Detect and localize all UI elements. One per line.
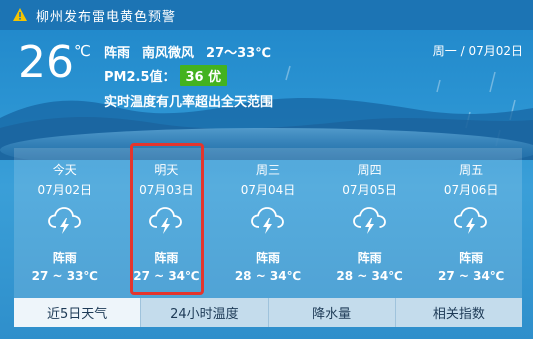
alert-text: 柳州发布雷电黄色预警 — [36, 9, 177, 25]
temperature-unit: ℃ — [74, 42, 91, 60]
tab-24h-temperature[interactable]: 24小时温度 — [140, 298, 268, 327]
day-condition: 阵雨 — [357, 251, 382, 265]
day-condition: 阵雨 — [459, 251, 484, 265]
day-range: 28 ~ 34℃ — [336, 269, 403, 283]
warning-icon — [13, 8, 27, 21]
current-conditions: 阵雨 南风微风 27～33℃ — [104, 42, 271, 61]
tab-5day-weather[interactable]: 近5日天气 — [14, 298, 141, 327]
day-name: 周五 — [459, 163, 484, 177]
forecast-panel: 今天 07月02日 阵雨 27 ~ 33℃ 明天 07月03日 阵雨 27 ~ … — [14, 148, 522, 298]
day-name: 今天 — [52, 163, 77, 177]
current-date: 周一 / 07月02日 — [432, 44, 523, 58]
temperature-note: 实时温度有几率超出全天范围 — [104, 95, 274, 110]
current-range: 27～33℃ — [206, 46, 271, 61]
current-condition: 阵雨 — [104, 46, 131, 61]
forecast-day[interactable]: 周三 07月04日 阵雨 28 ~ 34℃ — [217, 148, 319, 298]
tab-precipitation[interactable]: 降水量 — [267, 298, 395, 327]
pm25-row: PM2.5值： 36 优 — [104, 65, 228, 86]
day-range: 28 ~ 34℃ — [234, 269, 302, 283]
day-date: 07月05日 — [342, 183, 397, 197]
thunderstorm-icon — [251, 207, 284, 234]
current-wind: 南风微风 — [142, 46, 195, 61]
day-name: 周四 — [357, 163, 382, 177]
forecast-day[interactable]: 周五 07月06日 阵雨 27 ~ 34℃ — [420, 148, 522, 298]
forecast-day[interactable]: 今天 07月02日 阵雨 27 ~ 33℃ — [14, 148, 116, 298]
highlight-box — [130, 143, 204, 295]
day-name: 周三 — [255, 163, 280, 177]
day-range: 27 ~ 33℃ — [31, 269, 98, 283]
day-date: 07月02日 — [37, 183, 93, 197]
day-range: 27 ~ 34℃ — [438, 269, 505, 283]
current-temperature: 26 — [18, 37, 74, 88]
day-date: 07月06日 — [443, 183, 499, 197]
weather-widget: 柳州发布雷电黄色预警 26 ℃ 阵雨 南风微风 27～33℃ 周一 / 07月0… — [0, 0, 533, 339]
aqi-badge: 36 优 — [179, 65, 228, 86]
day-condition: 阵雨 — [255, 251, 280, 265]
thunderstorm-icon — [352, 207, 386, 234]
alert-bar[interactable]: 柳州发布雷电黄色预警 — [0, 0, 533, 30]
day-date: 07月04日 — [240, 183, 296, 197]
forecast-day[interactable]: 周四 07月05日 阵雨 28 ~ 34℃ — [319, 148, 421, 298]
day-condition: 阵雨 — [52, 251, 77, 265]
thunderstorm-icon — [47, 207, 81, 234]
tab-bar: 近5日天气 24小时温度 降水量 相关指数 — [14, 298, 522, 327]
pm25-label: PM2.5值： — [104, 70, 176, 85]
tab-related-index[interactable]: 相关指数 — [394, 298, 522, 327]
thunderstorm-icon — [454, 207, 488, 234]
